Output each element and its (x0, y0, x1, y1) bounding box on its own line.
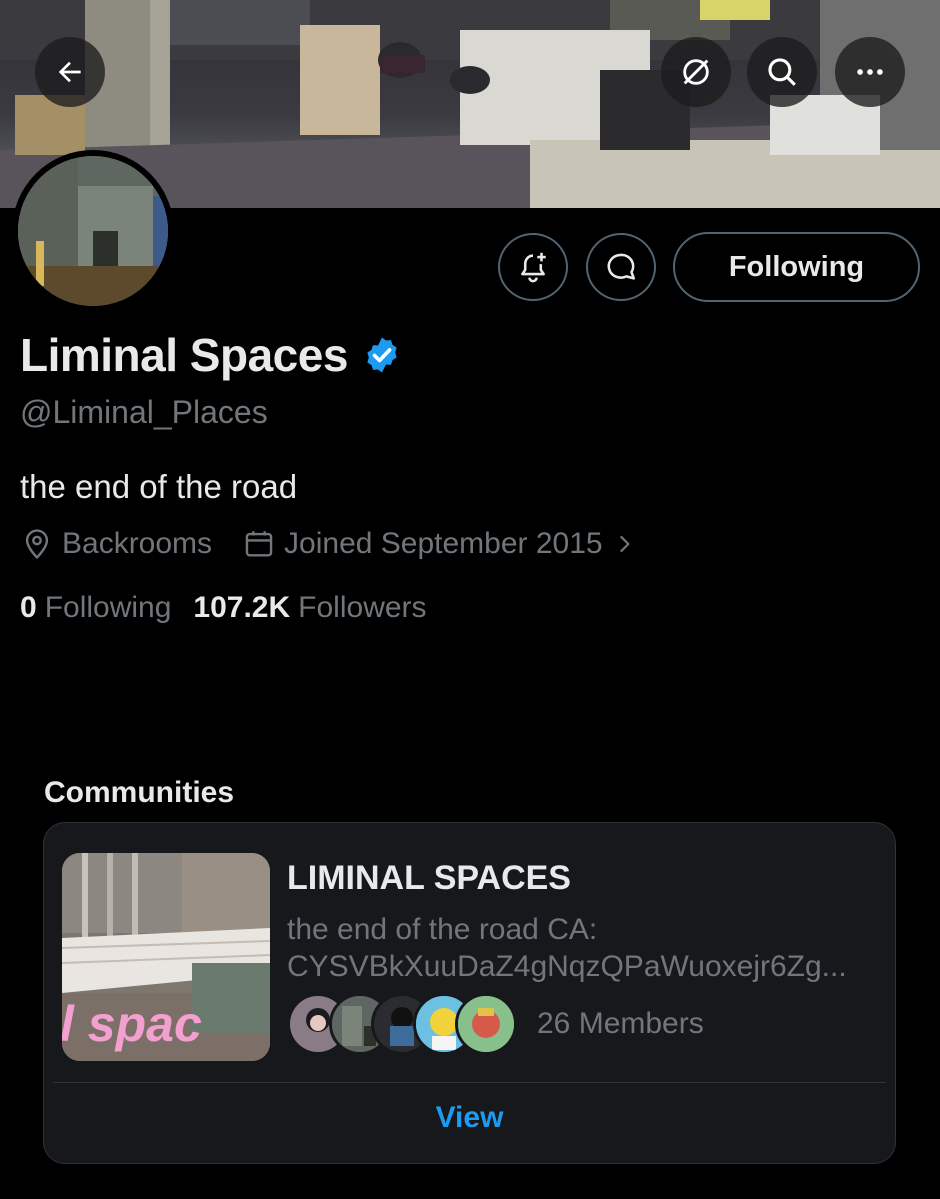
avatar-image (18, 156, 168, 306)
more-horizontal-icon (857, 69, 883, 75)
profile-meta: Backrooms Joined September 2015 (20, 527, 637, 561)
followers-count: 107.2K (193, 591, 291, 624)
message-icon (607, 253, 636, 280)
followers-label: Followers (298, 591, 427, 624)
profile-handle: @Liminal_Places (20, 394, 268, 430)
divider (53, 1082, 886, 1083)
following-count: 0 (20, 591, 37, 624)
profile-name: Liminal Spaces (20, 329, 348, 381)
following-button[interactable]: Following (673, 232, 920, 302)
community-members[interactable]: 26 Members (287, 993, 704, 1055)
following-label: Following (44, 591, 172, 624)
community-description: the end of the road CA: CYSVBkXuuDaZ4gNq… (287, 911, 867, 985)
followers-stat[interactable]: 107.2K Followers (193, 591, 426, 625)
profile-name-row: Liminal Spaces (20, 328, 402, 382)
view-community-button[interactable]: View (44, 1101, 895, 1135)
joined-text: Joined September 2015 (284, 527, 603, 560)
avatar[interactable] (12, 150, 174, 312)
arrow-left-icon (58, 61, 81, 83)
member-avatar (455, 993, 517, 1055)
notifications-button[interactable] (498, 233, 568, 301)
location-pin-icon (25, 529, 49, 560)
more-button[interactable] (835, 37, 905, 107)
verified-badge-icon[interactable] (362, 335, 402, 375)
calendar-icon (245, 531, 273, 557)
message-button[interactable] (586, 233, 656, 301)
search-icon (768, 58, 796, 86)
profile-bio: the end of the road (20, 468, 298, 505)
joined-item[interactable]: Joined September 2015 (242, 527, 637, 561)
community-card[interactable]: l spac LIMINAL SPACES the end of the roa… (43, 822, 896, 1164)
community-members-count: 26 Members (537, 1007, 704, 1040)
community-thumbnail: l spac (62, 853, 270, 1061)
chevron-right-icon (619, 535, 630, 553)
community-thumbnail-image: l spac (62, 853, 270, 1061)
location-text: Backrooms (62, 527, 213, 560)
profile-stats: 0 Following 107.2K Followers (20, 591, 427, 625)
grok-icon (683, 59, 709, 85)
communities-heading: Communities (44, 776, 235, 809)
grok-button[interactable] (661, 37, 731, 107)
bell-plus-icon (521, 252, 546, 283)
community-name: LIMINAL SPACES (287, 859, 571, 897)
community-description-line2: CYSVBkXuuDaZ4gNqzQPaWuoxejr6Zg... (287, 950, 847, 983)
back-button[interactable] (35, 37, 105, 107)
community-thumbnail-text: l spac (62, 996, 202, 1052)
following-stat[interactable]: 0 Following (20, 591, 171, 625)
community-description-line1: the end of the road CA: (287, 913, 598, 946)
location-item: Backrooms (20, 527, 212, 561)
search-button[interactable] (747, 37, 817, 107)
